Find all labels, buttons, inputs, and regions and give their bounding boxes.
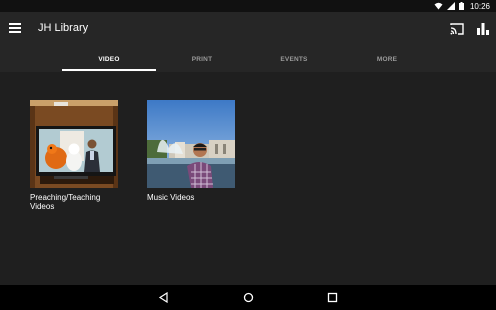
- status-bar: 10:26: [0, 0, 496, 12]
- item-label: Music Videos: [147, 193, 195, 202]
- item-label: Preaching/Teaching Videos: [30, 193, 101, 211]
- video-category-music[interactable]: Music Videos: [147, 100, 237, 202]
- menu-icon[interactable]: [9, 23, 21, 35]
- bar-chart-icon[interactable]: [476, 22, 490, 36]
- status-time: 10:26: [469, 1, 490, 11]
- signal-icon: [446, 2, 455, 10]
- cast-icon[interactable]: [450, 22, 464, 36]
- battery-icon: [458, 2, 464, 10]
- tab-indicator: [62, 69, 156, 71]
- home-icon[interactable]: [243, 292, 254, 303]
- wifi-icon: [434, 2, 443, 10]
- recents-icon[interactable]: [327, 292, 338, 303]
- tab-events[interactable]: EVENTS: [247, 47, 341, 72]
- app-screen: 10:26 JH Library VIDEO PRINT EVENTS MORE: [0, 0, 496, 310]
- tv-puppets-thumbnail: [30, 100, 118, 188]
- man-fountain-thumbnail: [147, 100, 235, 188]
- back-icon[interactable]: [158, 292, 169, 303]
- app-bar: JH Library: [0, 12, 496, 47]
- tab-more[interactable]: MORE: [340, 47, 434, 72]
- video-category-preaching-teaching[interactable]: Preaching/Teaching Videos: [30, 100, 120, 211]
- nav-bar: [0, 285, 496, 310]
- app-title: JH Library: [38, 22, 89, 34]
- tab-print[interactable]: PRINT: [155, 47, 249, 72]
